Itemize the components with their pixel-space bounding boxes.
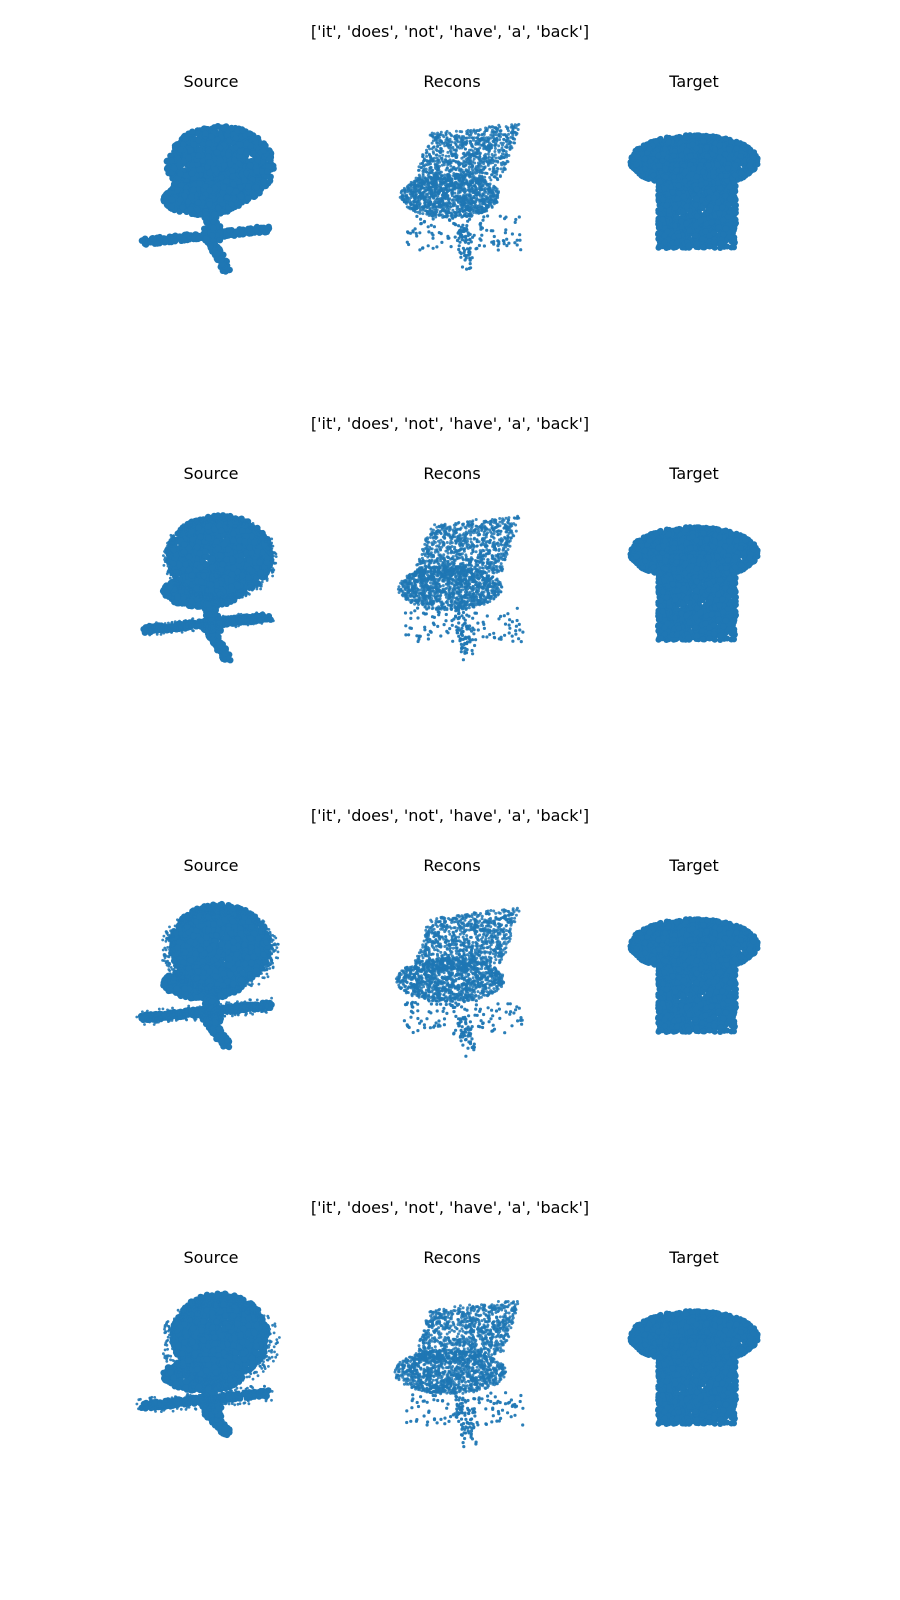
source-point-cloud (135, 900, 280, 1051)
recons-panel: Recons (332, 1246, 572, 1476)
source-panel: Source (91, 70, 331, 300)
panel-title: Target (574, 856, 814, 876)
source-panel: Source (91, 854, 331, 1084)
source-panel: Source (91, 462, 331, 692)
row-title: ['it', 'does', 'not', 'have', 'a', 'back… (0, 806, 900, 826)
panel-title: Source (91, 856, 331, 876)
panel-title: Target (574, 1248, 814, 1268)
figure-row-1: ['it', 'does', 'not', 'have', 'a', 'back… (0, 0, 900, 392)
recons-panel: Recons (332, 70, 572, 300)
panel-title: Source (91, 1248, 331, 1268)
target-panel: Target (574, 1246, 814, 1476)
row-title: ['it', 'does', 'not', 'have', 'a', 'back… (0, 1198, 900, 1218)
target-point-cloud (627, 132, 761, 251)
row-title: ['it', 'does', 'not', 'have', 'a', 'back… (0, 414, 900, 434)
recons-panel: Recons (332, 854, 572, 1084)
target-panel: Target (574, 462, 814, 692)
panel-title: Recons (332, 464, 572, 484)
figure-row-4: ['it', 'does', 'not', 'have', 'a', 'back… (0, 1176, 900, 1568)
figure: ['it', 'does', 'not', 'have', 'a', 'back… (0, 0, 900, 1600)
target-point-cloud (627, 916, 761, 1035)
recons-point-cloud (398, 122, 523, 271)
target-point-cloud (627, 524, 761, 643)
recons-point-cloud (396, 514, 525, 662)
target-point-cloud (627, 1308, 761, 1427)
source-panel: Source (91, 1246, 331, 1476)
source-point-cloud (135, 1290, 281, 1439)
recons-panel: Recons (332, 462, 572, 692)
source-point-cloud (138, 123, 277, 275)
figure-row-3: ['it', 'does', 'not', 'have', 'a', 'back… (0, 784, 900, 1176)
recons-point-cloud (394, 906, 524, 1058)
row-title: ['it', 'does', 'not', 'have', 'a', 'back… (0, 22, 900, 42)
panel-title: Recons (332, 72, 572, 92)
target-panel: Target (574, 70, 814, 300)
panel-title: Target (574, 464, 814, 484)
panel-title: Target (574, 72, 814, 92)
panel-title: Source (91, 72, 331, 92)
source-point-cloud (140, 512, 278, 664)
panel-title: Source (91, 464, 331, 484)
recons-point-cloud (393, 1300, 525, 1449)
target-panel: Target (574, 854, 814, 1084)
panel-title: Recons (332, 856, 572, 876)
figure-row-2: ['it', 'does', 'not', 'have', 'a', 'back… (0, 392, 900, 784)
panel-title: Recons (332, 1248, 572, 1268)
